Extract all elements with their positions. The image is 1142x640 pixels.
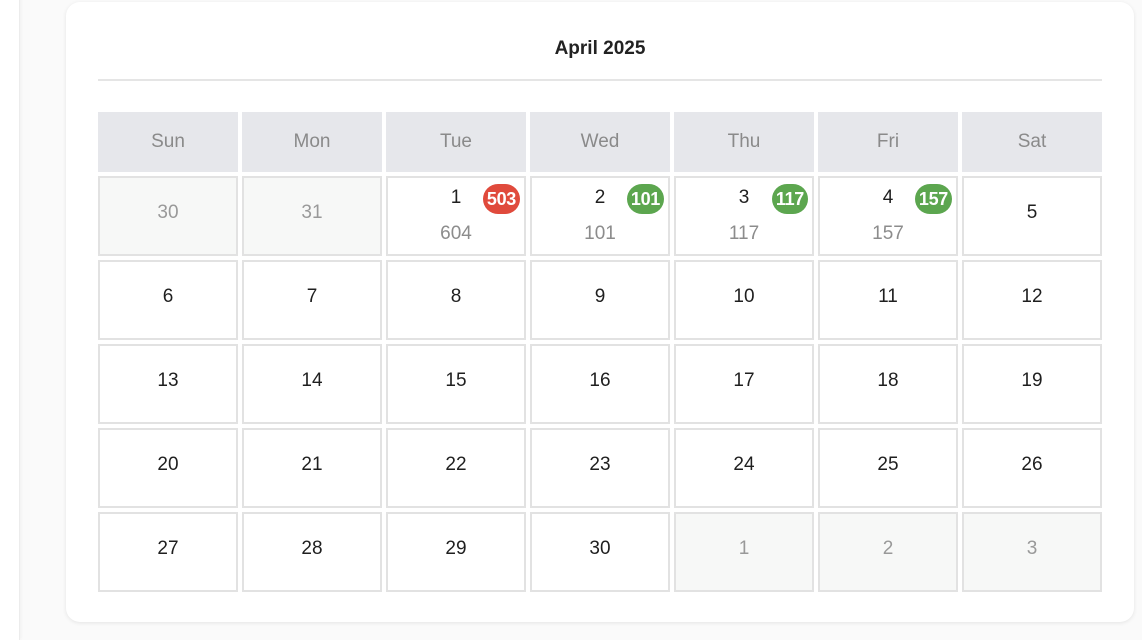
day-number: 9 [594,286,606,307]
day-number: 8 [450,286,462,307]
weekday-header-fri: Fri [818,112,958,172]
day-number: 20 [157,454,179,475]
day-number: 23 [589,454,611,475]
day-cell[interactable]: 20 [98,428,238,508]
day-cell[interactable]: 16 [530,344,670,424]
day-cell[interactable]: 18 [818,344,958,424]
day-number: 18 [877,370,899,391]
day-cell[interactable]: 30 [530,512,670,592]
day-cell[interactable]: 6 [98,260,238,340]
day-number: 29 [445,538,467,559]
day-number: 24 [733,454,755,475]
day-cell[interactable]: 2 [818,512,958,592]
count-badge: 157 [914,184,952,214]
day-number: 19 [1021,370,1043,391]
weekday-header-mon: Mon [242,112,382,172]
day-number: 3 [1026,538,1038,559]
day-number: 15 [445,370,467,391]
day-number: 10 [733,286,755,307]
day-cell[interactable]: 14 [242,344,382,424]
day-number: 27 [157,538,179,559]
title-divider [98,79,1102,81]
day-cell[interactable]: 5 [962,176,1102,256]
day-cell[interactable]: 24 [674,428,814,508]
day-cell[interactable]: 15 [386,344,526,424]
day-number: 30 [157,202,179,223]
day-cell[interactable]: 23 [530,428,670,508]
count-badge: 117 [771,184,808,214]
day-cell[interactable]: 29 [386,512,526,592]
calendar-card: April 2025 Sun Mon Tue Wed Thu Fri Sat 3… [66,2,1134,622]
day-number: 16 [589,370,611,391]
day-total: 101 [584,223,616,244]
day-number: 22 [445,454,467,475]
day-cell[interactable]: 8 [386,260,526,340]
day-number: 28 [301,538,323,559]
day-cell[interactable]: 1 [674,512,814,592]
day-number: 30 [589,538,611,559]
left-side-panel [0,0,20,640]
day-number: 21 [301,454,323,475]
day-number: 31 [301,202,323,223]
weekday-header-thu: Thu [674,112,814,172]
day-cell[interactable]: 22 [386,428,526,508]
day-cell[interactable]: 12 [962,260,1102,340]
day-number: 7 [306,286,318,307]
day-cell[interactable]: 4 157 157 [818,176,958,256]
day-cell[interactable]: 19 [962,344,1102,424]
weekday-header-tue: Tue [386,112,526,172]
day-cell[interactable]: 10 [674,260,814,340]
day-number: 11 [878,286,898,307]
day-number: 14 [301,370,323,391]
day-number: 17 [733,370,755,391]
weekday-header-sat: Sat [962,112,1102,172]
count-badge: 503 [482,184,520,214]
day-number: 13 [157,370,179,391]
day-number: 5 [1026,202,1038,223]
day-number: 12 [1021,286,1043,307]
day-number: 26 [1021,454,1043,475]
weekday-header-wed: Wed [530,112,670,172]
day-cell[interactable]: 3 [962,512,1102,592]
day-cell[interactable]: 11 [818,260,958,340]
weekday-header-sun: Sun [98,112,238,172]
day-cell[interactable]: 31 [242,176,382,256]
day-cell[interactable]: 17 [674,344,814,424]
day-cell[interactable]: 30 [98,176,238,256]
day-cell[interactable]: 28 [242,512,382,592]
day-cell[interactable]: 13 [98,344,238,424]
day-number: 25 [877,454,899,475]
day-cell[interactable]: 26 [962,428,1102,508]
day-cell[interactable]: 21 [242,428,382,508]
day-number: 6 [162,286,174,307]
count-badge: 101 [626,184,664,214]
day-total: 604 [440,223,472,244]
day-total: 157 [872,223,904,244]
calendar-grid: Sun Mon Tue Wed Thu Fri Sat 30 31 1 503 604 2… [98,112,1104,592]
day-total: 117 [728,223,760,244]
day-number: 2 [882,538,894,559]
day-cell[interactable]: 3 117 117 [674,176,814,256]
day-cell[interactable]: 7 [242,260,382,340]
calendar-title: April 2025 [554,38,646,59]
day-cell[interactable]: 9 [530,260,670,340]
day-cell[interactable]: 27 [98,512,238,592]
day-cell[interactable]: 25 [818,428,958,508]
day-number: 1 [738,538,750,559]
day-cell[interactable]: 2 101 101 [530,176,670,256]
day-cell[interactable]: 1 503 604 [386,176,526,256]
